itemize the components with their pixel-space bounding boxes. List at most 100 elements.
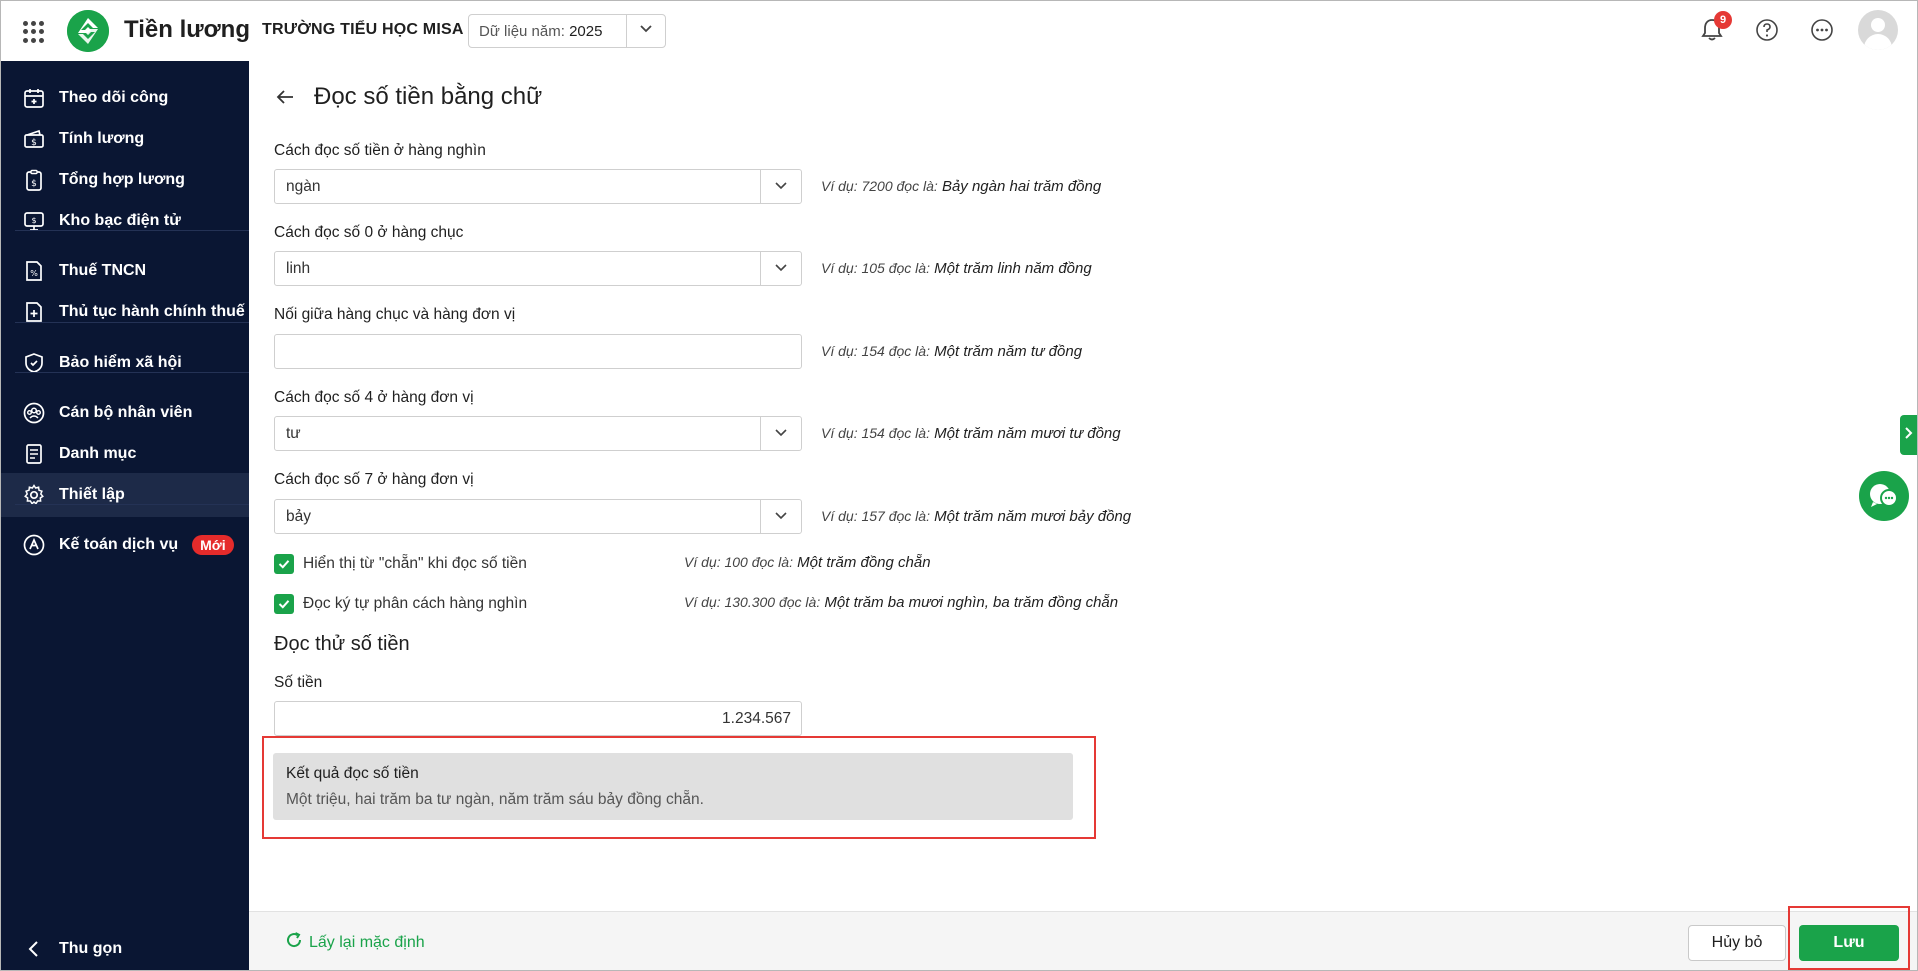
accounting-service-icon bbox=[21, 532, 47, 558]
reset-default-link[interactable]: Lấy lại mặc định bbox=[285, 931, 425, 954]
sidebar-item-ke-toan-dich-vu[interactable]: Kế toán dịch vụ Mới bbox=[1, 523, 249, 567]
year-label: Dữ liệu năm: bbox=[479, 23, 565, 40]
show-chan-checkbox[interactable] bbox=[274, 554, 294, 574]
back-arrow-icon[interactable] bbox=[273, 85, 297, 116]
notification-count-badge: 9 bbox=[1714, 11, 1732, 29]
chevron-right-icon bbox=[1904, 426, 1914, 445]
top-bar: Tiền lương TRƯỜNG TIỂU HỌC MISA Dữ liệu … bbox=[1, 1, 1917, 62]
reset-default-label: Lấy lại mặc định bbox=[309, 933, 425, 951]
digit-four-value: tư bbox=[286, 425, 301, 442]
sidebar-item-danh-muc[interactable]: Danh mục bbox=[1, 432, 249, 476]
sidebar-collapse-button[interactable]: Thu gọn bbox=[1, 927, 249, 970]
amount-label: Số tiền bbox=[274, 674, 323, 691]
sidebar-item-theo-doi-cong[interactable]: Theo dõi công bbox=[1, 76, 249, 120]
thousand-reading-select[interactable]: ngàn bbox=[274, 169, 802, 204]
chevron-down-icon bbox=[639, 21, 653, 38]
chat-support-icon[interactable] bbox=[1859, 471, 1909, 521]
chevron-left-icon bbox=[21, 936, 47, 962]
zero-tens-value: linh bbox=[286, 260, 311, 277]
zero-tens-example: Ví dụ: 105 đọc là: Một trăm linh năm đồn… bbox=[821, 260, 1092, 277]
svg-text:$: $ bbox=[31, 138, 37, 148]
help-icon[interactable] bbox=[1753, 16, 1781, 44]
show-chan-label: Hiển thị từ "chẵn" khi đọc số tiền bbox=[303, 555, 527, 572]
chevron-down-icon bbox=[774, 178, 788, 192]
amount-value: 1.234.567 bbox=[722, 710, 791, 727]
svg-text:%: % bbox=[30, 269, 38, 278]
sidebar-item-kho-bac[interactable]: $ Kho bạc điện tử bbox=[1, 199, 249, 243]
page-title: Đọc số tiền bằng chữ bbox=[314, 83, 543, 110]
sidebar-item-tong-hop-luong[interactable]: $ Tổng hợp lương bbox=[1, 158, 249, 202]
refresh-icon bbox=[285, 931, 303, 954]
cancel-button[interactable]: Hủy bỏ bbox=[1688, 925, 1786, 961]
result-text: Một triệu, hai trăm ba tư ngàn, năm trăm… bbox=[286, 791, 704, 808]
sidebar-item-label: Thiết lập bbox=[59, 486, 125, 503]
thousand-separator-example: Ví dụ: 130.300 đọc là: Một trăm ba mươi … bbox=[684, 594, 1119, 611]
show-chan-checkbox-row[interactable]: Hiển thị từ "chẵn" khi đọc số tiền bbox=[274, 554, 527, 574]
tens-units-joiner-example: Ví dụ: 154 đọc là: Một trăm năm tư đồng bbox=[821, 343, 1083, 360]
show-chan-example: Ví dụ: 100 đọc là: Một trăm đồng chẵn bbox=[684, 554, 931, 571]
thousand-reading-value: ngàn bbox=[286, 178, 321, 195]
sidebar: Theo dõi công $ Tính lương $ Tổng hợp lư… bbox=[1, 61, 249, 970]
sidebar-item-label: Thuế TNCN bbox=[59, 262, 147, 279]
digit-seven-value: bảy bbox=[286, 508, 311, 525]
chevron-down-icon bbox=[774, 425, 788, 439]
amount-input[interactable]: 1.234.567 bbox=[274, 701, 802, 736]
thousand-separator-checkbox[interactable] bbox=[274, 594, 294, 614]
payroll-summary-icon: $ bbox=[21, 167, 47, 193]
digit-four-label: Cách đọc số 4 ở hàng đơn vị bbox=[274, 389, 474, 406]
sidebar-item-label: Tính lương bbox=[59, 130, 145, 147]
digit-four-select[interactable]: tư bbox=[274, 416, 802, 451]
svg-text:$: $ bbox=[31, 216, 36, 225]
sidebar-item-label: Kho bạc điện tử bbox=[59, 212, 181, 229]
sidebar-item-thue-tncn[interactable]: % Thuế TNCN bbox=[1, 249, 249, 293]
collapse-label: Thu gọn bbox=[59, 940, 123, 957]
sidebar-item-label: Kế toán dịch vụ bbox=[59, 536, 179, 553]
svg-text:$: $ bbox=[31, 179, 37, 189]
sidebar-item-thiet-lap[interactable]: Thiết lập bbox=[1, 473, 249, 517]
year-value: 2025 bbox=[569, 23, 603, 40]
money-icon: $ bbox=[21, 126, 47, 152]
zero-tens-select[interactable]: linh bbox=[274, 251, 802, 286]
main-content: Đọc số tiền bằng chữ Cách đọc số tiền ở … bbox=[249, 61, 1917, 911]
sidebar-item-thu-tuc-thue[interactable]: Thủ tục hành chính thuế bbox=[1, 290, 249, 334]
tens-units-joiner-input[interactable] bbox=[274, 334, 802, 369]
digit-seven-select[interactable]: bảy bbox=[274, 499, 802, 534]
side-panel-toggle[interactable] bbox=[1900, 415, 1917, 455]
thousand-separator-label: Đọc ký tự phân cách hàng nghìn bbox=[303, 595, 528, 612]
thousand-reading-example: Ví dụ: 7200 đọc là: Bảy ngàn hai trăm đồ… bbox=[821, 178, 1102, 195]
app-launcher-icon[interactable] bbox=[23, 21, 45, 43]
app-title: Tiền lương bbox=[124, 16, 250, 43]
user-avatar[interactable] bbox=[1858, 10, 1898, 50]
test-section-title: Đọc thử số tiền bbox=[274, 633, 410, 655]
sidebar-item-label: Theo dõi công bbox=[59, 89, 169, 106]
sidebar-item-bao-hiem[interactable]: Bảo hiểm xã hội bbox=[1, 341, 249, 385]
more-options-icon[interactable] bbox=[1808, 16, 1836, 44]
sidebar-item-label: Danh mục bbox=[59, 445, 137, 462]
result-title: Kết quả đọc số tiền bbox=[286, 765, 419, 782]
sidebar-item-can-bo[interactable]: Cán bộ nhân viên bbox=[1, 391, 249, 435]
zero-tens-label: Cách đọc số 0 ở hàng chục bbox=[274, 224, 464, 241]
organization-name: TRƯỜNG TIỂU HỌC MISA bbox=[262, 21, 464, 38]
sidebar-item-label: Bảo hiểm xã hội bbox=[59, 354, 182, 371]
tax-document-icon: % bbox=[21, 258, 47, 284]
thousand-reading-label: Cách đọc số tiền ở hàng nghìn bbox=[274, 142, 486, 159]
digit-seven-label: Cách đọc số 7 ở hàng đơn vị bbox=[274, 471, 474, 488]
app-window: Tiền lương TRƯỜNG TIỂU HỌC MISA Dữ liệu … bbox=[0, 0, 1918, 971]
digit-four-example: Ví dụ: 154 đọc là: Một trăm năm mươi tư … bbox=[821, 425, 1121, 442]
calendar-icon bbox=[21, 85, 47, 111]
save-highlight-outline bbox=[1788, 906, 1910, 970]
chevron-down-icon bbox=[774, 508, 788, 522]
staff-group-icon bbox=[21, 400, 47, 426]
chevron-down-icon bbox=[774, 260, 788, 274]
year-selector[interactable]: Dữ liệu năm: 2025 bbox=[468, 14, 666, 48]
footer-bar: Lấy lại mặc định Hủy bỏ Lưu bbox=[249, 911, 1917, 970]
new-badge: Mới bbox=[192, 535, 234, 555]
result-box: Kết quả đọc số tiền Một triệu, hai trăm … bbox=[273, 753, 1073, 820]
sidebar-item-label: Thủ tục hành chính thuế bbox=[59, 303, 245, 320]
thousand-separator-checkbox-row[interactable]: Đọc ký tự phân cách hàng nghìn bbox=[274, 594, 527, 614]
digit-seven-example: Ví dụ: 157 đọc là: Một trăm năm mươi bảy… bbox=[821, 508, 1132, 525]
sidebar-item-tinh-luong[interactable]: $ Tính lương bbox=[1, 117, 249, 161]
sidebar-item-label: Tổng hợp lương bbox=[59, 171, 185, 188]
sidebar-item-label: Cán bộ nhân viên bbox=[59, 404, 193, 421]
app-logo-icon bbox=[67, 10, 109, 52]
